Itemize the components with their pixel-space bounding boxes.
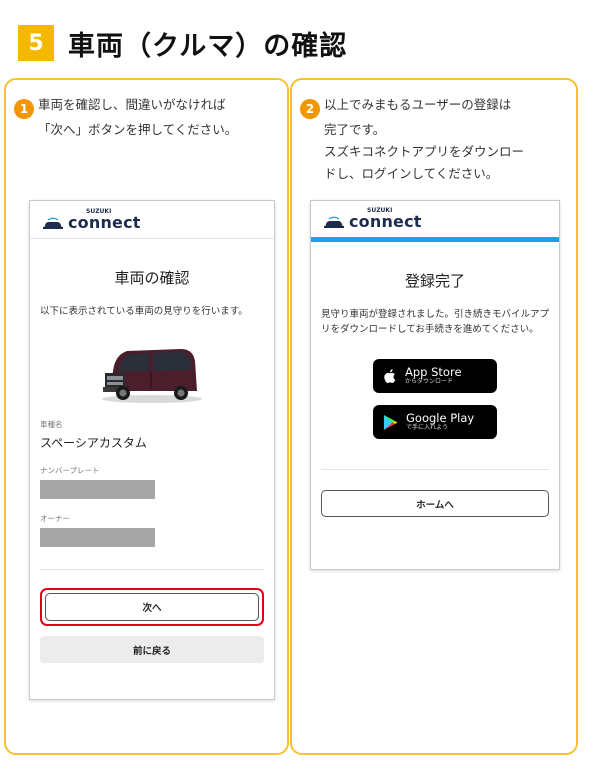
suzuki-connect-logo: SUZUKI connect: [323, 208, 422, 230]
instruction-text: 1 車両を確認し、間違いがなければ 「次へ」ボタンを押してください。: [14, 94, 284, 141]
app-store-button[interactable]: App Store からダウンロード: [373, 359, 497, 393]
app-header: SUZUKI connect: [30, 201, 274, 239]
next-button-highlight: 次へ: [40, 588, 264, 626]
screen-title: 車両の確認: [114, 269, 190, 287]
vehicle-name-value: スペーシアカスタム: [40, 436, 147, 450]
screen-description: 見守り車両が登録されました。引き続きモバイルアプリをダウンロードしてお手続きを進…: [321, 309, 550, 335]
owner-label: オーナー: [40, 514, 70, 523]
google-play-sublabel: で手に入れよう: [406, 424, 449, 432]
screen-title: 登録完了: [404, 272, 465, 290]
step-badge: 2: [300, 99, 320, 119]
license-plate-label: ナンバープレート: [40, 466, 100, 475]
logo-big-text: connect: [349, 212, 422, 231]
car-logo-icon: [324, 216, 344, 228]
instruction-line: 完了です。: [324, 122, 386, 137]
back-button[interactable]: 前に戻る: [40, 636, 264, 663]
car-logo-icon: [43, 217, 63, 229]
vehicle-name-label: 車種名: [40, 420, 63, 429]
app-header: SUZUKI connect: [311, 201, 559, 242]
logo-big-text: connect: [68, 212, 141, 232]
step-number-badge: 5: [18, 25, 54, 61]
step-badge: 1: [14, 99, 34, 119]
instruction-line: 車両を確認し、間違いがなければ: [38, 97, 226, 112]
instruction-text: 2 以上でみまもるユーザーの登録は 完了です。 スズキコネクトアプリをダウンロー …: [300, 94, 572, 185]
google-play-icon: [383, 414, 398, 430]
instruction-line: 「次へ」ボタンを押してください。: [38, 122, 238, 137]
step-header: 5 車両（クルマ）の確認: [18, 22, 347, 64]
phone-screen-registration-complete: SUZUKI connect 登録完了 見守り車両が登録されました。引き続きモバ…: [310, 200, 560, 570]
step-panel-registration-complete: 2 以上でみまもるユーザーの登録は 完了です。 スズキコネクトアプリをダウンロー …: [290, 78, 578, 755]
app-store-sublabel: からダウンロード: [405, 378, 454, 386]
instruction-line: 以上でみまもるユーザーの登録は: [324, 97, 512, 112]
owner-masked: [40, 528, 155, 547]
screen-description: 以下に表示されている車両の見守りを行います。: [40, 306, 248, 317]
home-button[interactable]: ホームへ: [321, 490, 549, 517]
divider: [321, 469, 549, 470]
google-play-button[interactable]: Google Play で手に入れよう: [373, 405, 497, 439]
divider: [40, 569, 264, 570]
vehicle-image: [97, 341, 207, 405]
suzuki-connect-logo: SUZUKI connect: [42, 208, 141, 232]
phone-screen-vehicle-confirm: SUZUKI connect 車両の確認 以下に表示されている車両の見守りを行い…: [29, 200, 275, 700]
next-button[interactable]: 次へ: [45, 593, 259, 621]
step-panel-confirm-vehicle: 1 車両を確認し、間違いがなければ 「次へ」ボタンを押してください。 SUZUKI…: [4, 78, 289, 755]
instruction-line: スズキコネクトアプリをダウンロー: [324, 144, 525, 159]
license-plate-masked: [40, 480, 155, 499]
page-title: 車両（クルマ）の確認: [68, 30, 348, 62]
apple-icon: [384, 369, 396, 383]
instruction-line: ドし、ログインしてください。: [324, 166, 499, 181]
